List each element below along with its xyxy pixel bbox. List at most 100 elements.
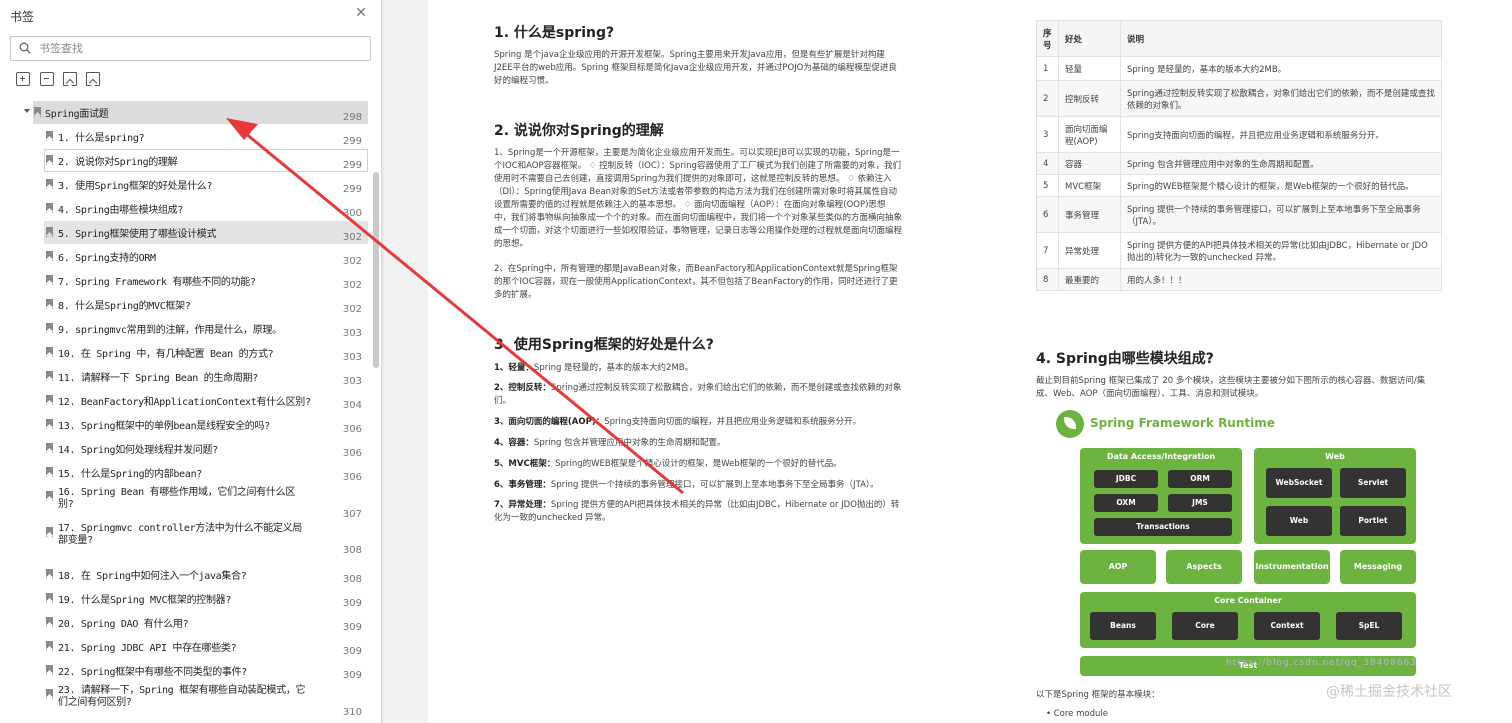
table-cell: 8: [1036, 268, 1059, 291]
module-box: JDBC: [1094, 470, 1158, 488]
add-bookmark-icon[interactable]: [63, 72, 77, 86]
module-box: ORM: [1168, 470, 1232, 488]
bookmark-label: 17. Springmvc controller方法中为什么不能定义局部变量?: [58, 523, 302, 546]
bookmark-item[interactable]: 4. Spring由哪些模块组成? 300: [0, 197, 372, 219]
bookmark-icon: [46, 569, 53, 579]
bookmark-page: 298: [342, 112, 362, 123]
bookmark-item[interactable]: 20. Spring DAO 有什么用? 309: [0, 611, 372, 633]
bookmark-page: 302: [342, 232, 362, 243]
bookmark-icon: [46, 155, 53, 165]
collapse-caret-icon[interactable]: [24, 109, 30, 113]
bookmark-page: 303: [342, 328, 362, 339]
search-input[interactable]: [39, 40, 359, 57]
bookmark-icon: [46, 179, 53, 189]
sidebar-title: 书签: [10, 10, 35, 24]
bookmark-label: 3. 使用Spring框架的好处是什么?: [58, 181, 213, 192]
paragraph: 以下是Spring 框架的基本模块：: [1036, 690, 1160, 700]
benefit-item: 7、异常处理：Spring 提供方便的API把具体技术相关的异常（比如由JDBC…: [494, 500, 900, 523]
bookmark-item[interactable]: 1. 什么是spring? 299: [0, 125, 372, 147]
table-cell: Spring 提供方便的API把具体技术相关的异常(比如由JDBC，Hibern…: [1120, 232, 1442, 269]
table-cell: Spring通过控制反转实现了松散耦合，对象们给出它们的依赖，而不是创建或查找依…: [1120, 80, 1442, 117]
bookmark-label: 5. Spring框架使用了哪些设计模式: [58, 229, 217, 240]
table-row: 4 容器 Spring 包含并管理应用中对象的生命周期和配置。: [1036, 152, 1442, 175]
bookmark-icon[interactable]: [86, 72, 100, 86]
bookmark-item[interactable]: 2. 说说你对Spring的理解 299: [0, 149, 372, 172]
paragraph: 截止到目前Spring 框架已集成了 20 多个模块，这些模块主要被分如下图所示…: [1036, 376, 1426, 399]
bookmark-icon: [46, 347, 53, 357]
bookmark-label: 4. Spring由哪些模块组成?: [58, 205, 184, 216]
table-cell: 4: [1036, 152, 1059, 175]
search-icon: [19, 42, 31, 54]
heading-1: 1. 什么是spring?: [494, 25, 615, 41]
bookmark-item[interactable]: 6. Spring支持的ORM 302: [0, 245, 372, 267]
table-cell: 轻量: [1058, 56, 1121, 81]
bookmark-icon: [34, 107, 41, 117]
module-box: Web: [1266, 506, 1332, 536]
collapse-all-icon[interactable]: [40, 72, 54, 86]
table-row: 8 最重要的 用的人多！！！: [1036, 268, 1442, 291]
bookmark-icon: [46, 443, 53, 453]
module-box: Core: [1172, 612, 1238, 640]
bookmark-item[interactable]: 10. 在 Spring 中，有几种配置 Bean 的方式? 303: [0, 341, 372, 363]
bookmark-icon: [46, 131, 53, 141]
bookmark-item[interactable]: 14. Spring如何处理线程并发问题? 306: [0, 437, 372, 459]
bookmark-label: 20. Spring DAO 有什么用?: [58, 619, 189, 630]
table-row: 1 轻量 Spring 是轻量的，基本的版本大约2MB。: [1036, 56, 1442, 81]
bookmark-label: 19. 什么是Spring MVC框架的控制器?: [58, 595, 232, 606]
bookmark-label: 23. 请解释一下，Spring 框架有哪些自动装配模式，它们之间有何区别?: [58, 685, 306, 708]
bookmark-icon: [46, 689, 53, 699]
bookmark-label: 12. BeanFactory和ApplicationContext有什么区别?: [58, 397, 311, 408]
bookmark-item[interactable]: 12. BeanFactory和ApplicationContext有什么区别?…: [0, 389, 372, 411]
bookmark-item[interactable]: 3. 使用Spring框架的好处是什么? 299: [0, 173, 372, 195]
bookmark-page: 309: [342, 670, 362, 681]
benefit-item: 6、事务管理：Spring 提供一个持续的事务管理接口，可以扩展到上至本地事务下…: [494, 480, 879, 490]
heading-2: 2. 说说你对Spring的理解: [494, 123, 664, 139]
bookmark-page: 306: [342, 424, 362, 435]
bookmark-label: 1. 什么是spring?: [58, 133, 145, 144]
table-cell: Spring 提供一个持续的事务管理接口，可以扩展到上至本地事务下至全局事务（J…: [1120, 196, 1442, 233]
table-cell: 2: [1036, 80, 1059, 117]
bookmark-item[interactable]: 9. springmvc常用到的注解，作用是什么，原理。 303: [0, 317, 372, 339]
bookmark-icon: [46, 617, 53, 627]
table-cell: 最重要的: [1058, 268, 1121, 291]
bookmark-item[interactable]: 17. Springmvc controller方法中为什么不能定义局部变量? 3…: [0, 521, 372, 557]
bookmark-search[interactable]: [10, 36, 371, 61]
heading-4: 4. Spring由哪些模块组成?: [1036, 351, 1214, 367]
close-icon[interactable]: ✕: [354, 6, 368, 20]
table-row: 6 事务管理 Spring 提供一个持续的事务管理接口，可以扩展到上至本地事务下至全…: [1036, 196, 1442, 233]
group-label: Web: [1325, 452, 1345, 461]
table-cell: Spring支持面向切面的编程，并且把应用业务逻辑和系统服务分开。: [1120, 116, 1442, 153]
table-cell: 容器: [1058, 152, 1121, 175]
bookmark-item[interactable]: 11. 请解释一下 Spring Bean 的生命周期? 303: [0, 365, 372, 387]
bookmark-item[interactable]: 8. 什么是Spring的MVC框架? 302: [0, 293, 372, 315]
expand-all-icon[interactable]: [16, 72, 30, 86]
sidebar-scrollbar[interactable]: [373, 172, 379, 368]
module-box: JMS: [1168, 494, 1232, 512]
bookmark-icon: [46, 299, 53, 309]
table-row: 5 MVC框架 Spring的WEB框架是个精心设计的框架，是Web框架的一个很好的…: [1036, 174, 1442, 197]
diagram-title: Spring Framework Runtime: [1090, 416, 1275, 430]
table-cell: 控制反转: [1058, 80, 1121, 117]
bookmark-item[interactable]: 13. Spring框架中的单例bean是线程安全的吗? 306: [0, 413, 372, 435]
bookmark-icon: [46, 467, 53, 477]
bookmark-label: 16. Spring Bean 有哪些作用域，它们之间有什么区别?: [58, 487, 296, 510]
bookmark-item[interactable]: 23. 请解释一下，Spring 框架有哪些自动装配模式，它们之间有何区别? 31…: [0, 683, 372, 719]
table-cell: 6: [1036, 196, 1059, 233]
table-cell: 7: [1036, 232, 1059, 269]
module-box: Beans: [1090, 612, 1156, 640]
bookmark-item[interactable]: 22. Spring框架中有哪些不同类型的事件? 309: [0, 659, 372, 681]
bookmark-label: Spring面试题: [45, 109, 109, 120]
bookmark-page: 309: [342, 646, 362, 657]
bookmark-item[interactable]: 19. 什么是Spring MVC框架的控制器? 309: [0, 587, 372, 609]
bookmark-root[interactable]: Spring面试题 298: [0, 101, 372, 124]
table-cell: 5: [1036, 174, 1059, 197]
bookmark-label: 6. Spring支持的ORM: [58, 253, 156, 264]
bookmark-item[interactable]: 5. Spring框架使用了哪些设计模式 302: [0, 221, 372, 244]
bookmark-item[interactable]: 21. Spring JDBC API 中存在哪些类? 309: [0, 635, 372, 657]
bookmark-item[interactable]: 15. 什么是Spring的内部bean? 306: [0, 461, 372, 483]
bookmark-item[interactable]: 18. 在 Spring中如何注入一个java集合? 308: [0, 563, 372, 585]
bookmark-item[interactable]: 7. Spring Framework 有哪些不同的功能? 302: [0, 269, 372, 291]
core-container-group: Core Container Beans Core Context SpEL: [1080, 592, 1416, 648]
messaging-box: Messaging: [1340, 550, 1416, 584]
bookmark-item[interactable]: 16. Spring Bean 有哪些作用域，它们之间有什么区别? 307: [0, 485, 372, 521]
